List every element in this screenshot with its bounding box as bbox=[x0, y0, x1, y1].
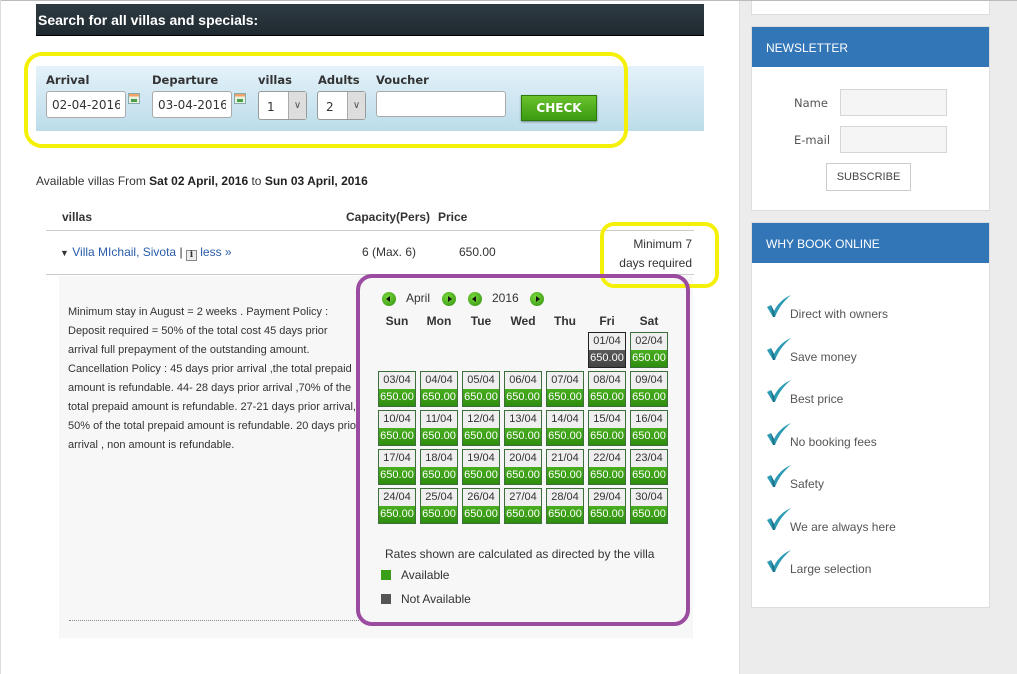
checkmark-icon bbox=[767, 337, 791, 360]
less-link[interactable]: less » bbox=[200, 245, 231, 259]
sidebar-top-box bbox=[751, 0, 990, 15]
price-value: 650.00 bbox=[459, 245, 496, 259]
info-icon[interactable]: i bbox=[185, 250, 197, 261]
email-label: E-mail bbox=[794, 133, 831, 147]
why-book-item-label: Best price bbox=[790, 392, 844, 406]
newsletter-email-input[interactable] bbox=[840, 126, 947, 153]
why-book-item-label: Direct with owners bbox=[790, 307, 889, 321]
newsletter-name-input[interactable] bbox=[840, 89, 947, 116]
annotation-highlight-search bbox=[24, 52, 628, 148]
newsletter-title: NEWSLETTER bbox=[752, 27, 989, 67]
top-border bbox=[0, 0, 1017, 1]
capacity-value: 6 (Max. 6) bbox=[362, 245, 417, 259]
why-book-item-label: Save money bbox=[790, 349, 857, 364]
subscribe-button[interactable]: SUBSCRIBE bbox=[826, 163, 911, 191]
policy-text: Minimum stay in August = 2 weeks . Payme… bbox=[68, 306, 360, 451]
column-capacity: Capacity(Pers) bbox=[346, 210, 431, 224]
left-border bbox=[0, 0, 1, 674]
why-book-item-label: Safety bbox=[790, 477, 825, 491]
to-date: Sun 03 April, 2016 bbox=[264, 174, 368, 188]
name-label: Name bbox=[794, 96, 828, 110]
checkmark-icon bbox=[767, 295, 791, 317]
newsletter-box: NEWSLETTER Name E-mail SUBSCRIBE bbox=[751, 26, 990, 211]
from-date: Sat 02 April, 2016 bbox=[149, 174, 249, 188]
availability-summary: Available villas From Sat 02 April, 2016… bbox=[36, 174, 368, 188]
why-book-box: WHY BOOK ONLINE Direct with owners Save m… bbox=[751, 222, 990, 608]
why-book-title: WHY BOOK ONLINE bbox=[752, 223, 989, 263]
column-price: Price bbox=[438, 210, 468, 224]
main-content: Search for all villas and specials: Arri… bbox=[0, 0, 739, 674]
villa-name-link[interactable]: Villa MIchail, Sivota bbox=[72, 245, 176, 259]
why-book-item-label: No booking fees bbox=[790, 434, 877, 449]
checkmark-icon bbox=[767, 465, 791, 487]
column-villas: villas bbox=[62, 210, 93, 224]
why-book-item-label: We are always here bbox=[790, 519, 896, 534]
checkmark-icon bbox=[767, 422, 791, 445]
why-book-item-label: Large selection bbox=[790, 562, 872, 576]
table-row: ▼ Villa MIchail, Sivota | i less » 6 (Ma… bbox=[46, 232, 694, 275]
villa-cell: ▼ Villa MIchail, Sivota | i less » bbox=[60, 245, 232, 261]
results-table-header: villas Capacity(Pers) Price bbox=[46, 205, 694, 231]
collapse-triangle-icon[interactable]: ▼ bbox=[60, 248, 69, 258]
checkmark-icon bbox=[767, 507, 791, 530]
divider bbox=[69, 620, 359, 621]
sidebar: NEWSLETTER Name E-mail SUBSCRIBE WHY BOO… bbox=[739, 0, 1017, 674]
annotation-highlight-calendar bbox=[356, 274, 690, 626]
search-header: Search for all villas and specials: bbox=[36, 4, 704, 36]
checkmark-icon bbox=[767, 550, 791, 572]
checkmark-icon bbox=[767, 380, 791, 402]
